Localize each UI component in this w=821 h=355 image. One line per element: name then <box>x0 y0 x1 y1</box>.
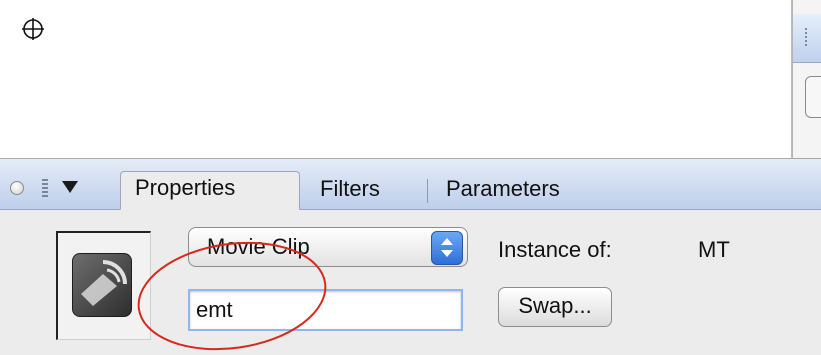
symbol-type-value: Movie Clip <box>207 234 310 259</box>
side-panel-button[interactable] <box>805 76 821 118</box>
tab-divider <box>427 179 428 203</box>
movie-clip-symbol-icon <box>56 231 151 340</box>
panel-collapse-icon[interactable] <box>10 181 24 195</box>
stepper-up-icon <box>441 238 453 245</box>
panel-tab-bar: Properties Filters Parameters <box>0 159 821 210</box>
instance-name-input[interactable] <box>188 289 463 331</box>
swap-button[interactable]: Swap... <box>498 287 612 327</box>
symbol-glyph-icon <box>81 260 127 306</box>
side-panel-header[interactable] <box>793 14 821 63</box>
instance-of-value: MT <box>698 237 730 262</box>
symbol-type-select[interactable]: Movie Clip <box>188 227 468 267</box>
properties-panel: Properties Filters Parameters Movie Clip… <box>0 158 821 355</box>
instance-of-label: Instance of: <box>498 237 612 262</box>
tab-filters[interactable]: Filters <box>306 173 394 209</box>
select-stepper-icon <box>431 231 463 265</box>
panel-grip-icon[interactable] <box>42 179 48 199</box>
stage-canvas[interactable] <box>0 0 792 158</box>
symbol-tile <box>72 253 132 317</box>
registration-point-icon <box>22 18 44 40</box>
stepper-down-icon <box>441 250 453 257</box>
side-panel-grip-icon <box>805 28 807 46</box>
tab-properties[interactable]: Properties <box>120 171 300 210</box>
tab-parameters[interactable]: Parameters <box>432 173 574 209</box>
disclosure-triangle-icon[interactable] <box>62 181 78 193</box>
side-panel-edge <box>792 0 821 158</box>
